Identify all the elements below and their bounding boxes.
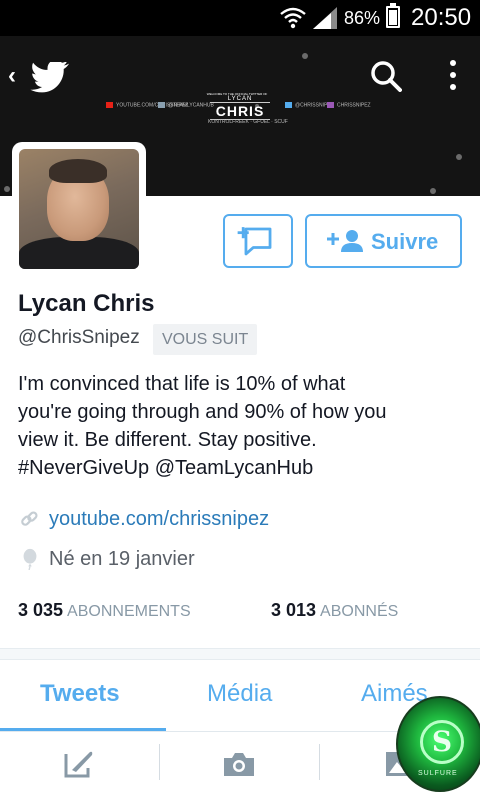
direct-message-button[interactable] xyxy=(223,214,293,268)
avatar-photo xyxy=(19,149,139,269)
toolbar-divider xyxy=(319,744,320,780)
follow-button-label: Suivre xyxy=(371,229,439,254)
banner-decoration xyxy=(302,53,308,59)
status-clock: 20:50 xyxy=(411,4,472,31)
followers-count: 3 013 xyxy=(271,600,317,620)
overlay-badge-glyph: S xyxy=(420,720,464,764)
profile-bio: I'm convinced that life is 10% of what y… xyxy=(18,370,468,482)
banner-decoration xyxy=(4,186,10,192)
battery-icon xyxy=(386,3,400,28)
banner-sponsors: KONTROLFREEK · GFUEL · SCUF xyxy=(208,119,288,125)
status-bar: 86% 20:50 xyxy=(0,0,480,36)
profile-handle: @ChrisSnipez xyxy=(18,327,140,348)
follows-you-badge: VOUS SUIT xyxy=(153,324,258,355)
direct-message-icon xyxy=(237,227,272,256)
signal-icon xyxy=(313,7,337,29)
more-icon[interactable] xyxy=(446,60,460,94)
followers-stat[interactable]: 3 013 ABONNÉS xyxy=(271,600,398,621)
add-user-icon xyxy=(327,230,363,252)
following-count: 3 035 xyxy=(18,600,64,620)
followers-label: ABONNÉS xyxy=(320,603,399,620)
compose-tweet-icon[interactable] xyxy=(62,748,96,780)
section-divider xyxy=(0,648,480,660)
floating-overlay-badge[interactable]: S SULFURE xyxy=(396,696,480,792)
birthday-balloon-icon xyxy=(23,548,37,570)
follow-button[interactable]: Suivre xyxy=(305,214,462,268)
profile-screen: 86% 20:50 ‹ YOUTUBE.COM/CHRISSNIPEZ @TEA… xyxy=(0,0,480,800)
profile-birthday: Né en 19 janvier xyxy=(49,548,195,570)
bio-line: I'm convinced that life is 10% of what xyxy=(18,373,346,395)
profile-avatar[interactable] xyxy=(12,142,146,276)
tab-media[interactable]: Média xyxy=(207,680,272,708)
twitter-bird-icon xyxy=(30,62,70,93)
following-stat[interactable]: 3 035 ABONNEMENTS xyxy=(18,600,191,621)
toolbar-divider xyxy=(159,744,160,780)
banner-decoration xyxy=(430,188,436,194)
bio-line[interactable]: #NeverGiveUp @TeamLycanHub xyxy=(18,454,468,482)
banner-decoration xyxy=(456,154,462,160)
bio-line: you're going through and 90% of how you xyxy=(18,401,387,423)
banner-logo: WELCOME TO THE OFFICIAL TWITTER OF LYCAN… xyxy=(207,92,270,120)
following-label: ABONNEMENTS xyxy=(67,603,191,620)
tab-tweets[interactable]: Tweets xyxy=(40,680,120,708)
profile-url-link[interactable]: youtube.com/chrissnipez xyxy=(49,508,269,531)
camera-icon[interactable] xyxy=(222,748,256,780)
link-icon xyxy=(21,511,38,526)
wifi-icon xyxy=(280,7,306,29)
battery-percent: 86% xyxy=(344,8,381,28)
bio-line: view it. Be different. Stay positive. xyxy=(18,429,317,451)
back-icon[interactable]: ‹ xyxy=(8,62,16,90)
search-icon[interactable] xyxy=(370,60,402,92)
banner-social-other: CHRISSNIPEZ xyxy=(327,102,371,110)
profile-name: Lycan Chris xyxy=(18,290,155,317)
banner-social-twitter: @TEAMLYCANHUB xyxy=(158,102,214,110)
overlay-badge-caption: SULFURE xyxy=(418,770,458,777)
